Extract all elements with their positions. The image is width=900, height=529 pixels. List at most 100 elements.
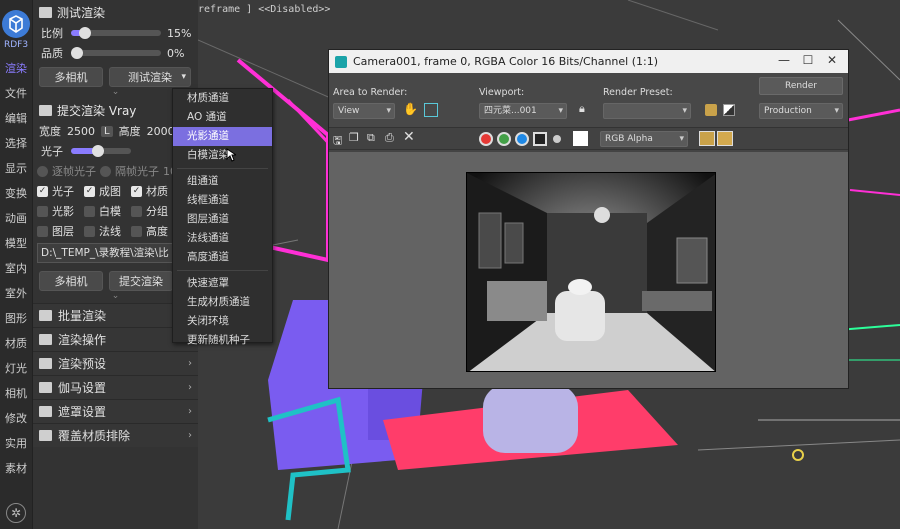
lock-ratio-button[interactable]: L bbox=[101, 125, 113, 137]
alpha-channel-icon[interactable] bbox=[533, 132, 547, 146]
pass-checkbox-label: 白模 bbox=[99, 205, 121, 218]
rail-item[interactable]: 材质 bbox=[0, 331, 32, 356]
menu-item[interactable]: AO 通道 bbox=[173, 108, 272, 127]
ratio-slider[interactable] bbox=[71, 27, 161, 39]
test-render-header[interactable]: 测试渲染 bbox=[33, 1, 198, 23]
menu-item[interactable]: 图层通道 bbox=[173, 210, 272, 229]
blue-channel-toggle[interactable] bbox=[515, 132, 529, 146]
print-icon[interactable]: ⎙ bbox=[385, 131, 394, 145]
multicam-button[interactable]: 多相机 bbox=[39, 67, 103, 87]
radio-alt-frame[interactable] bbox=[100, 165, 111, 177]
pass-checkbox[interactable] bbox=[84, 205, 95, 217]
rail-item[interactable]: 编辑 bbox=[0, 106, 32, 131]
quality-slider-row: 品质 0% bbox=[33, 43, 198, 63]
menu-item[interactable]: 高度通道 bbox=[173, 248, 272, 267]
menu-item[interactable]: 白模渲染 bbox=[173, 146, 272, 165]
menu-item[interactable]: 生成材质通道 bbox=[173, 293, 272, 312]
pass-checkbox[interactable]: ✓ bbox=[37, 185, 48, 197]
pass-checkbox[interactable] bbox=[37, 225, 48, 237]
render-button[interactable]: Render bbox=[759, 77, 843, 95]
width-value[interactable]: 2500 bbox=[67, 125, 95, 138]
close-icon[interactable]: ✕ bbox=[822, 53, 842, 67]
menu-item[interactable]: 关闭环境 bbox=[173, 312, 272, 331]
menu-item[interactable]: 法线通道 bbox=[173, 229, 272, 248]
rail-item[interactable]: 素材 bbox=[0, 456, 32, 481]
rail-item[interactable]: 显示 bbox=[0, 156, 32, 181]
area-select[interactable]: View bbox=[333, 103, 395, 119]
pan-hand-icon[interactable]: ✋ bbox=[403, 102, 418, 116]
pass-checkbox[interactable] bbox=[131, 205, 142, 217]
accordion-section[interactable]: 遮罩设置 › bbox=[33, 399, 198, 423]
menu-item[interactable]: 快速遮罩 bbox=[173, 274, 272, 293]
rail-item[interactable]: 文件 bbox=[0, 81, 32, 106]
rail-item[interactable]: 图形 bbox=[0, 306, 32, 331]
copy-icon[interactable]: ❐ bbox=[349, 131, 359, 144]
maximize-icon[interactable]: ☐ bbox=[798, 53, 818, 67]
menu-item[interactable]: 线框通道 bbox=[173, 191, 272, 210]
pass-checkbox[interactable] bbox=[131, 225, 142, 237]
minimize-icon[interactable]: — bbox=[774, 53, 794, 67]
rail-item[interactable]: 相机 bbox=[0, 381, 32, 406]
display-icon[interactable] bbox=[699, 131, 715, 146]
ratio-label: 比例 bbox=[41, 27, 63, 40]
clear-icon[interactable]: ✕ bbox=[403, 129, 415, 145]
viewport-select-label: Viewport: bbox=[479, 87, 525, 98]
output-path-field[interactable]: D:\_TEMP_\录教程\渲染\比 bbox=[37, 243, 194, 263]
menu-item[interactable]: 光影通道 bbox=[173, 127, 272, 146]
mono-channel-icon[interactable] bbox=[553, 135, 561, 143]
accordion-section[interactable]: 伽马设置 › bbox=[33, 375, 198, 399]
photon-label: 光子 bbox=[41, 145, 63, 158]
rail-item[interactable]: 选择 bbox=[0, 131, 32, 156]
rail-item[interactable]: 灯光 bbox=[0, 356, 32, 381]
rail-item[interactable]: 渲染 bbox=[0, 56, 32, 81]
section-icon bbox=[39, 382, 52, 393]
save-icon[interactable]: 🖫︎ bbox=[333, 132, 342, 151]
environment-icon[interactable] bbox=[723, 104, 735, 116]
lock-icon[interactable]: 🔒︎ bbox=[579, 102, 585, 116]
green-channel-toggle[interactable] bbox=[497, 132, 511, 146]
multicam-submit-button[interactable]: 多相机 bbox=[39, 271, 103, 291]
render-setup-icon[interactable] bbox=[705, 104, 717, 116]
section-icon bbox=[39, 334, 52, 345]
submit-render-button[interactable]: 提交渲染 bbox=[109, 271, 173, 291]
render-canvas[interactable] bbox=[329, 152, 848, 388]
height-value[interactable]: 2000 bbox=[147, 125, 175, 138]
rail-item[interactable]: 变换 bbox=[0, 181, 32, 206]
channel-select[interactable]: RGB Alpha bbox=[600, 131, 688, 147]
menu-item[interactable]: 材质通道 bbox=[173, 89, 272, 108]
clone-icon[interactable]: ⧉ bbox=[367, 131, 375, 145]
pass-checkbox[interactable] bbox=[84, 225, 95, 237]
preset-select[interactable] bbox=[603, 103, 691, 119]
rail-item[interactable]: 室外 bbox=[0, 281, 32, 306]
red-channel-toggle[interactable] bbox=[479, 132, 493, 146]
accordion-section[interactable]: 渲染预设 › bbox=[33, 351, 198, 375]
ratio-slider-knob[interactable] bbox=[78, 27, 91, 39]
rail-item[interactable]: 实用 bbox=[0, 431, 32, 456]
swatch-color-icon[interactable] bbox=[573, 131, 588, 146]
app-logo-icon[interactable] bbox=[2, 10, 30, 38]
region-select-icon[interactable] bbox=[424, 103, 438, 117]
menu-item[interactable]: 组通道 bbox=[173, 172, 272, 191]
test-render-button[interactable]: 测试渲染 ▾ bbox=[109, 67, 191, 87]
rail-item[interactable]: 动画 bbox=[0, 206, 32, 231]
rail-item[interactable]: 模型 bbox=[0, 231, 32, 256]
quality-slider[interactable] bbox=[71, 47, 161, 59]
pass-checkbox[interactable]: ✓ bbox=[131, 185, 142, 197]
pass-checkbox[interactable] bbox=[37, 205, 48, 217]
teapot-icon[interactable] bbox=[717, 131, 733, 146]
settings-icon[interactable]: ✲ bbox=[6, 503, 26, 523]
menu-item[interactable]: 更新随机种子 bbox=[173, 331, 272, 350]
production-select[interactable]: Production bbox=[759, 103, 843, 119]
rail-item[interactable]: 修改 bbox=[0, 406, 32, 431]
pass-checkbox[interactable]: ✓ bbox=[84, 185, 95, 197]
accordion-section[interactable]: 覆盖材质排除 › bbox=[33, 423, 198, 447]
height-label: 高度 bbox=[118, 125, 141, 138]
photon-slider-knob[interactable] bbox=[92, 145, 104, 157]
viewport-select[interactable]: 四元菜...001 bbox=[479, 103, 567, 119]
rail-item[interactable]: 室内 bbox=[0, 256, 32, 281]
radio-per-frame[interactable] bbox=[37, 165, 48, 177]
quality-slider-knob[interactable] bbox=[71, 47, 83, 59]
photon-slider[interactable] bbox=[71, 145, 131, 157]
pass-checkbox-label: 光影 bbox=[52, 205, 74, 218]
render-window-titlebar[interactable]: Camera001, frame 0, RGBA Color 16 Bits/C… bbox=[329, 50, 848, 73]
